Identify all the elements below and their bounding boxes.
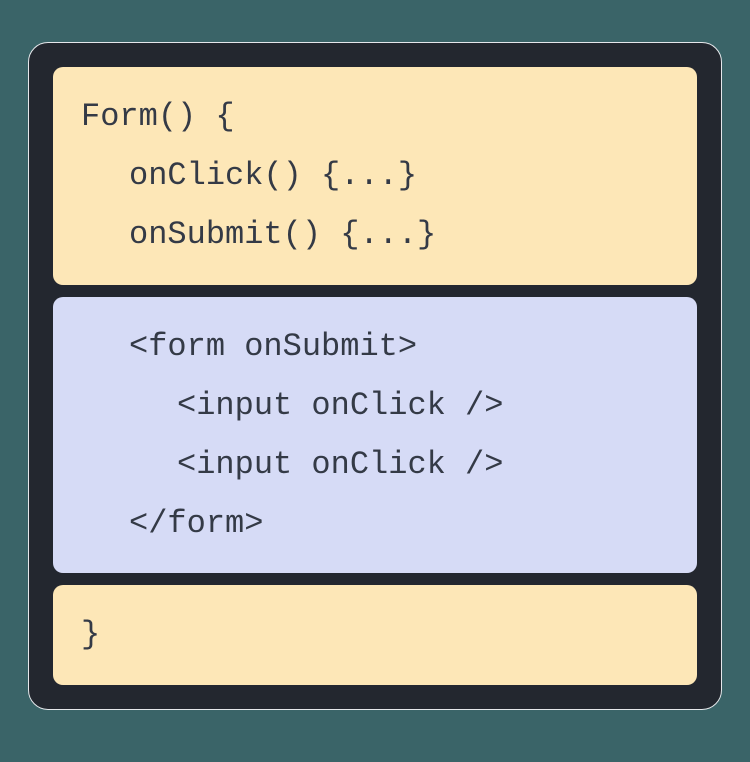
code-diagram-card: Form() { onClick() {...} onSubmit() {...… [28,42,722,710]
code-line: <input onClick /> [81,376,669,435]
code-line: <input onClick /> [81,435,669,494]
code-block-close: } [53,585,697,684]
code-line: Form() { [81,87,669,146]
code-block-logic: Form() { onClick() {...} onSubmit() {...… [53,67,697,285]
code-line: onClick() {...} [81,146,669,205]
code-line: <form onSubmit> [81,317,669,376]
code-line: } [81,605,669,664]
code-line: onSubmit() {...} [81,205,669,264]
code-line: </form> [81,494,669,553]
code-block-jsx: <form onSubmit> <input onClick /> <input… [53,297,697,574]
